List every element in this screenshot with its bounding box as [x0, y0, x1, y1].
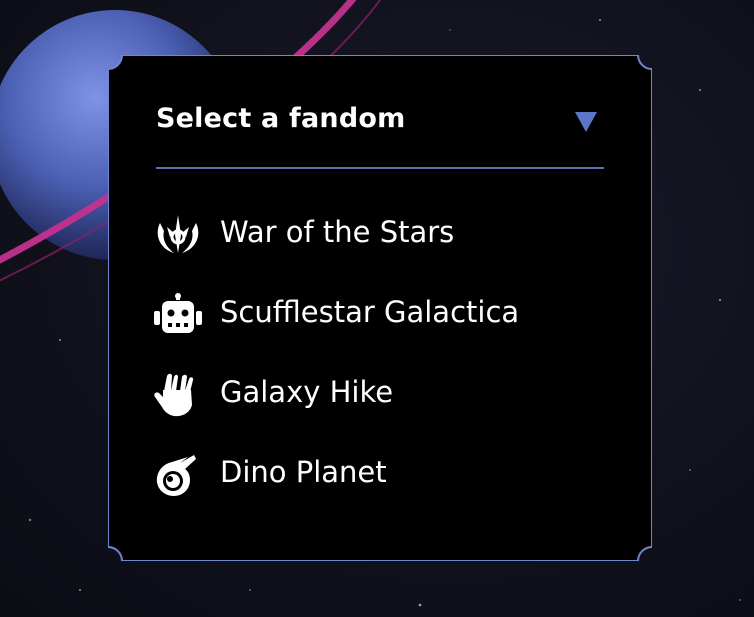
option-label: Dino Planet	[220, 455, 387, 489]
option-label: War of the Stars	[220, 215, 455, 249]
option-dino-planet[interactable]: Dino Planet	[152, 445, 612, 525]
header-divider	[156, 167, 604, 169]
robot-icon	[154, 293, 202, 333]
dropdown-title: Select a fandom	[156, 103, 406, 134]
fandom-dropdown-panel: Select a fandom War of the Stars Scuffle…	[108, 55, 652, 561]
option-scufflestar-galactica[interactable]: Scufflestar Galactica	[152, 285, 612, 365]
triangle-down-icon[interactable]	[574, 111, 598, 133]
meteor-icon	[156, 455, 196, 496]
fandom-options-list: War of the Stars Scufflestar Galactica G…	[152, 205, 612, 525]
jedi-emblem-icon	[157, 215, 199, 253]
dropdown-header[interactable]: Select a fandom	[156, 103, 604, 169]
vulcan-salute-icon	[154, 373, 194, 417]
space-background: Select a fandom War of the Stars Scuffle…	[0, 0, 754, 617]
option-war-of-the-stars[interactable]: War of the Stars	[152, 205, 612, 285]
option-label: Scufflestar Galactica	[220, 295, 520, 329]
option-galaxy-hike[interactable]: Galaxy Hike	[152, 365, 612, 445]
option-label: Galaxy Hike	[220, 375, 394, 409]
